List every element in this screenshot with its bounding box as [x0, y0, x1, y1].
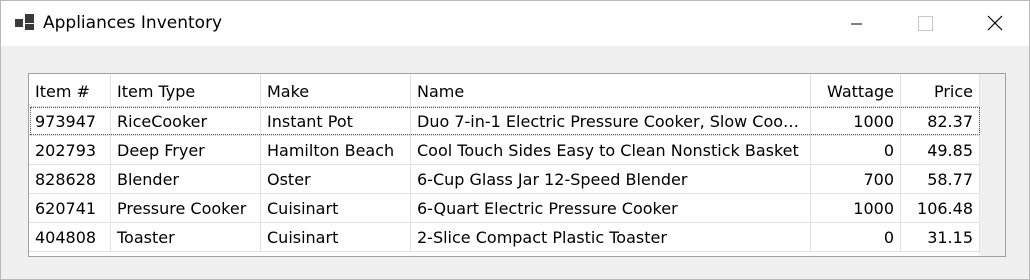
maximize-button[interactable] [901, 1, 947, 46]
cell-wattage[interactable]: 0 [811, 223, 901, 252]
cell-name[interactable]: Cool Touch Sides Easy to Clean Nonstick … [411, 136, 811, 165]
cell-item-type[interactable]: Deep Fryer [111, 136, 261, 165]
column-header-item-type[interactable]: Item Type [111, 74, 261, 107]
title-bar[interactable]: Appliances Inventory [1, 1, 1029, 46]
cell-item-type[interactable]: Toaster [111, 223, 261, 252]
close-button[interactable] [971, 1, 1017, 46]
maximize-icon [918, 16, 933, 31]
cell-name[interactable]: 2-Slice Compact Plastic Toaster [411, 223, 811, 252]
cell-item-type[interactable]: Pressure Cooker [111, 194, 261, 223]
cell-name[interactable]: Duo 7-in-1 Electric Pressure Cooker, Slo… [411, 107, 811, 136]
cell-wattage[interactable]: 1000 [811, 194, 901, 223]
cell-item-number[interactable]: 620741 [29, 194, 111, 223]
grid-empty-area [979, 74, 1005, 256]
cell-item-number[interactable]: 828628 [29, 165, 111, 194]
minimize-icon [851, 23, 862, 25]
cell-name[interactable]: 6-Cup Glass Jar 12-Speed Blender [411, 165, 811, 194]
cell-price[interactable]: 82.37 [901, 107, 980, 136]
cell-price[interactable]: 58.77 [901, 165, 980, 194]
column-header-price[interactable]: Price [901, 74, 980, 107]
app-window: Appliances Inventory Item # Item Type Ma… [0, 0, 1030, 280]
cell-item-number[interactable]: 404808 [29, 223, 111, 252]
column-header-make[interactable]: Make [261, 74, 411, 107]
close-icon [987, 15, 1003, 31]
cell-price[interactable]: 49.85 [901, 136, 980, 165]
cell-price[interactable]: 31.15 [901, 223, 980, 252]
column-header-name[interactable]: Name [411, 74, 811, 107]
cell-item-number[interactable]: 973947 [29, 107, 111, 136]
app-window-icon [15, 13, 35, 31]
cell-wattage[interactable]: 700 [811, 165, 901, 194]
column-header-wattage[interactable]: Wattage [811, 74, 901, 107]
cell-item-type[interactable]: Blender [111, 165, 261, 194]
cell-item-number[interactable]: 202793 [29, 136, 111, 165]
column-header-item-number[interactable]: Item # [29, 74, 111, 107]
cell-item-type[interactable]: RiceCooker [111, 107, 261, 136]
cell-make[interactable]: Oster [261, 165, 411, 194]
cell-price[interactable]: 106.48 [901, 194, 980, 223]
cell-make[interactable]: Cuisinart [261, 223, 411, 252]
cell-make[interactable]: Cuisinart [261, 194, 411, 223]
inventory-grid[interactable]: Item # Item Type Make Name Wattage Price… [28, 73, 1006, 257]
cell-wattage[interactable]: 1000 [811, 107, 901, 136]
cell-make[interactable]: Instant Pot [261, 107, 411, 136]
cell-make[interactable]: Hamilton Beach [261, 136, 411, 165]
minimize-button[interactable] [835, 1, 881, 46]
window-title: Appliances Inventory [43, 13, 223, 33]
cell-name[interactable]: 6-Quart Electric Pressure Cooker [411, 194, 811, 223]
cell-wattage[interactable]: 0 [811, 136, 901, 165]
